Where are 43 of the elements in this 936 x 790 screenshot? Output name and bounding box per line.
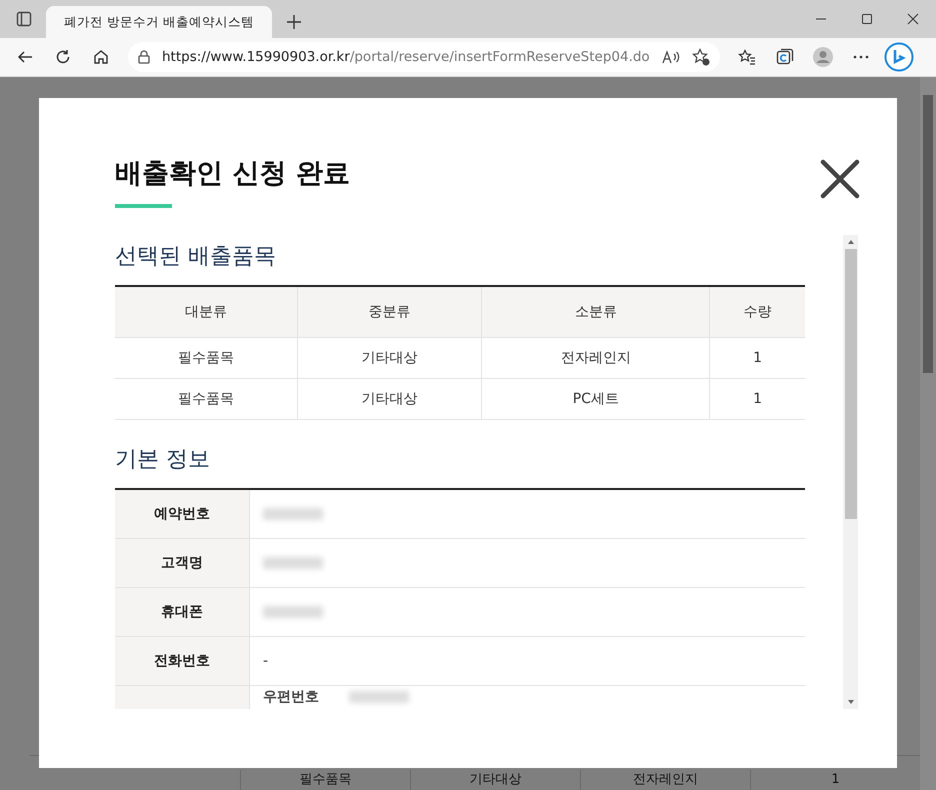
page-scrollbar[interactable] bbox=[920, 77, 936, 790]
table-cell: 기타대상 bbox=[298, 378, 482, 420]
field-label: 휴대폰 bbox=[161, 604, 203, 620]
section-heading: 기본 정보 bbox=[115, 446, 211, 474]
chat-icon[interactable] bbox=[882, 41, 916, 73]
table-cell: 1 bbox=[710, 338, 805, 378]
scrollbar[interactable] bbox=[843, 235, 858, 709]
url-text: https://www.15990903.or.kr/portal/reserve/insertFormReserveStep04.do bbox=[162, 49, 650, 65]
new-tab-icon[interactable] bbox=[286, 14, 302, 30]
address-bar[interactable]: https://www.15990903.or.kr/portal/reserve/insertFormReserveStep04.do bbox=[128, 42, 720, 72]
table-cell: 1 bbox=[710, 378, 805, 420]
column-header: 대분류 bbox=[115, 286, 298, 338]
blurred-value bbox=[263, 508, 323, 520]
title-underline bbox=[115, 204, 172, 208]
section-heading: 선택된 배출품목 bbox=[115, 243, 277, 271]
table-cell: 필수품목 bbox=[115, 338, 298, 378]
lock-icon bbox=[138, 50, 150, 64]
field-label: 예약번호 bbox=[154, 506, 210, 522]
background-cell: 전자레인지 bbox=[580, 770, 750, 790]
blurred-value bbox=[263, 557, 323, 570]
background-cell: 필수품목 bbox=[240, 770, 410, 790]
blurred-value bbox=[263, 606, 323, 618]
browser-tab[interactable]: 폐가전 방문수거 배출예약시스템 bbox=[46, 6, 272, 38]
blurred-value bbox=[349, 691, 409, 704]
table-cell: 필수품목 bbox=[115, 378, 298, 420]
field-value: - bbox=[263, 653, 268, 669]
table-cell: 기타대상 bbox=[298, 338, 482, 378]
dialog-title: 배출확인 신청 완료 bbox=[115, 157, 350, 191]
column-header: 수량 bbox=[710, 286, 805, 338]
field-label: 전화번호 bbox=[154, 653, 210, 669]
close-icon[interactable] bbox=[819, 158, 861, 200]
table-cell: PC세트 bbox=[482, 378, 710, 420]
scroll-up-icon[interactable] bbox=[846, 239, 854, 245]
read-aloud-icon[interactable] bbox=[662, 50, 680, 64]
column-header: 소분류 bbox=[482, 286, 710, 338]
column-header: 중분류 bbox=[298, 286, 482, 338]
field-label: 우편번호 bbox=[263, 689, 319, 705]
table-cell: 전자레인지 bbox=[482, 338, 710, 378]
add-favorite-icon[interactable] bbox=[692, 48, 710, 66]
tab-title: 폐가전 방문수거 배출예약시스템 bbox=[64, 14, 254, 30]
background-cell: 기타대상 bbox=[410, 770, 580, 790]
field-label: 고객명 bbox=[161, 555, 203, 571]
scroll-down-icon[interactable] bbox=[846, 699, 854, 705]
